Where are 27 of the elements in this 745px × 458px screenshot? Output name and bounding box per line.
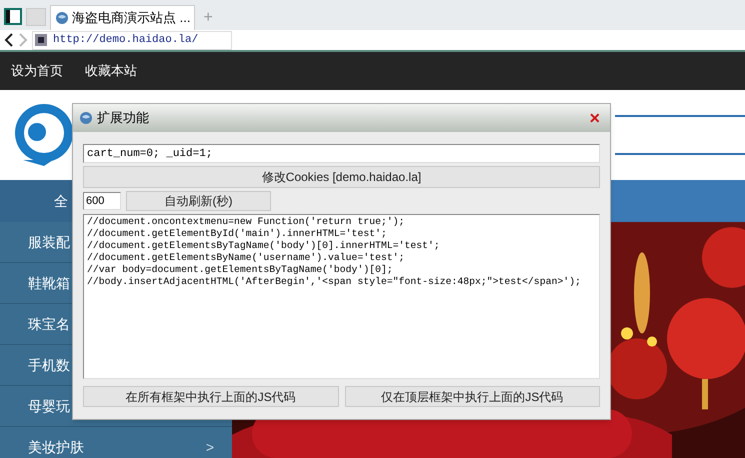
dialog-title: 扩展功能 [97,109,150,128]
code-line: //var body=document.getElementsByTagName('body')[0]; [87,264,394,276]
back-icon[interactable] [4,33,14,47]
sidebar-toggle-icon[interactable] [4,8,22,25]
category-title: 全 [54,192,68,210]
code-line: //body.insertAdjacentHTML('AfterBegin','<span style="font-size:48px;">test</span>'); [87,276,582,288]
browser-tab[interactable]: 海盗电商演示站点 ... [50,5,196,30]
run-script-button[interactable]: 在所有框架中执行上面的JS代码 [83,386,338,407]
site-icon [35,34,47,46]
globe-icon [55,11,69,25]
nav-link[interactable]: 设为首页 [11,61,63,81]
code-line: //document.getElementsByTagName('body')[0].innerHTML='test'; [87,240,441,252]
refresh-interval-field[interactable]: 600 [83,192,121,210]
cookie-field[interactable]: cart_num=0; _uid=1; [83,144,600,163]
logo-icon [13,102,75,168]
auto-refresh-button[interactable]: 自动刷新(秒) [126,191,271,211]
arrow-icon: > [206,436,214,458]
run-script-button[interactable]: 仅在顶层框架中执行上面的JS代码 [344,386,600,407]
code-line: //document.getElementById('main').innerHTML='test'; [87,228,388,240]
address-field[interactable]: http://demo.haidao.la/ [32,30,232,50]
code-editor[interactable] [83,214,600,379]
globe-icon [79,111,93,125]
modify-cookies-button[interactable]: 修改Cookies [demo.haidao.la] [83,166,600,188]
code-line: //document.oncontextmenu=new Function('return true;'); [87,216,406,228]
nav-link[interactable]: 收藏本站 [85,61,137,81]
close-button[interactable]: × [589,109,600,127]
code-line: //document.getElementsByName('username').value='test'; [87,252,406,264]
